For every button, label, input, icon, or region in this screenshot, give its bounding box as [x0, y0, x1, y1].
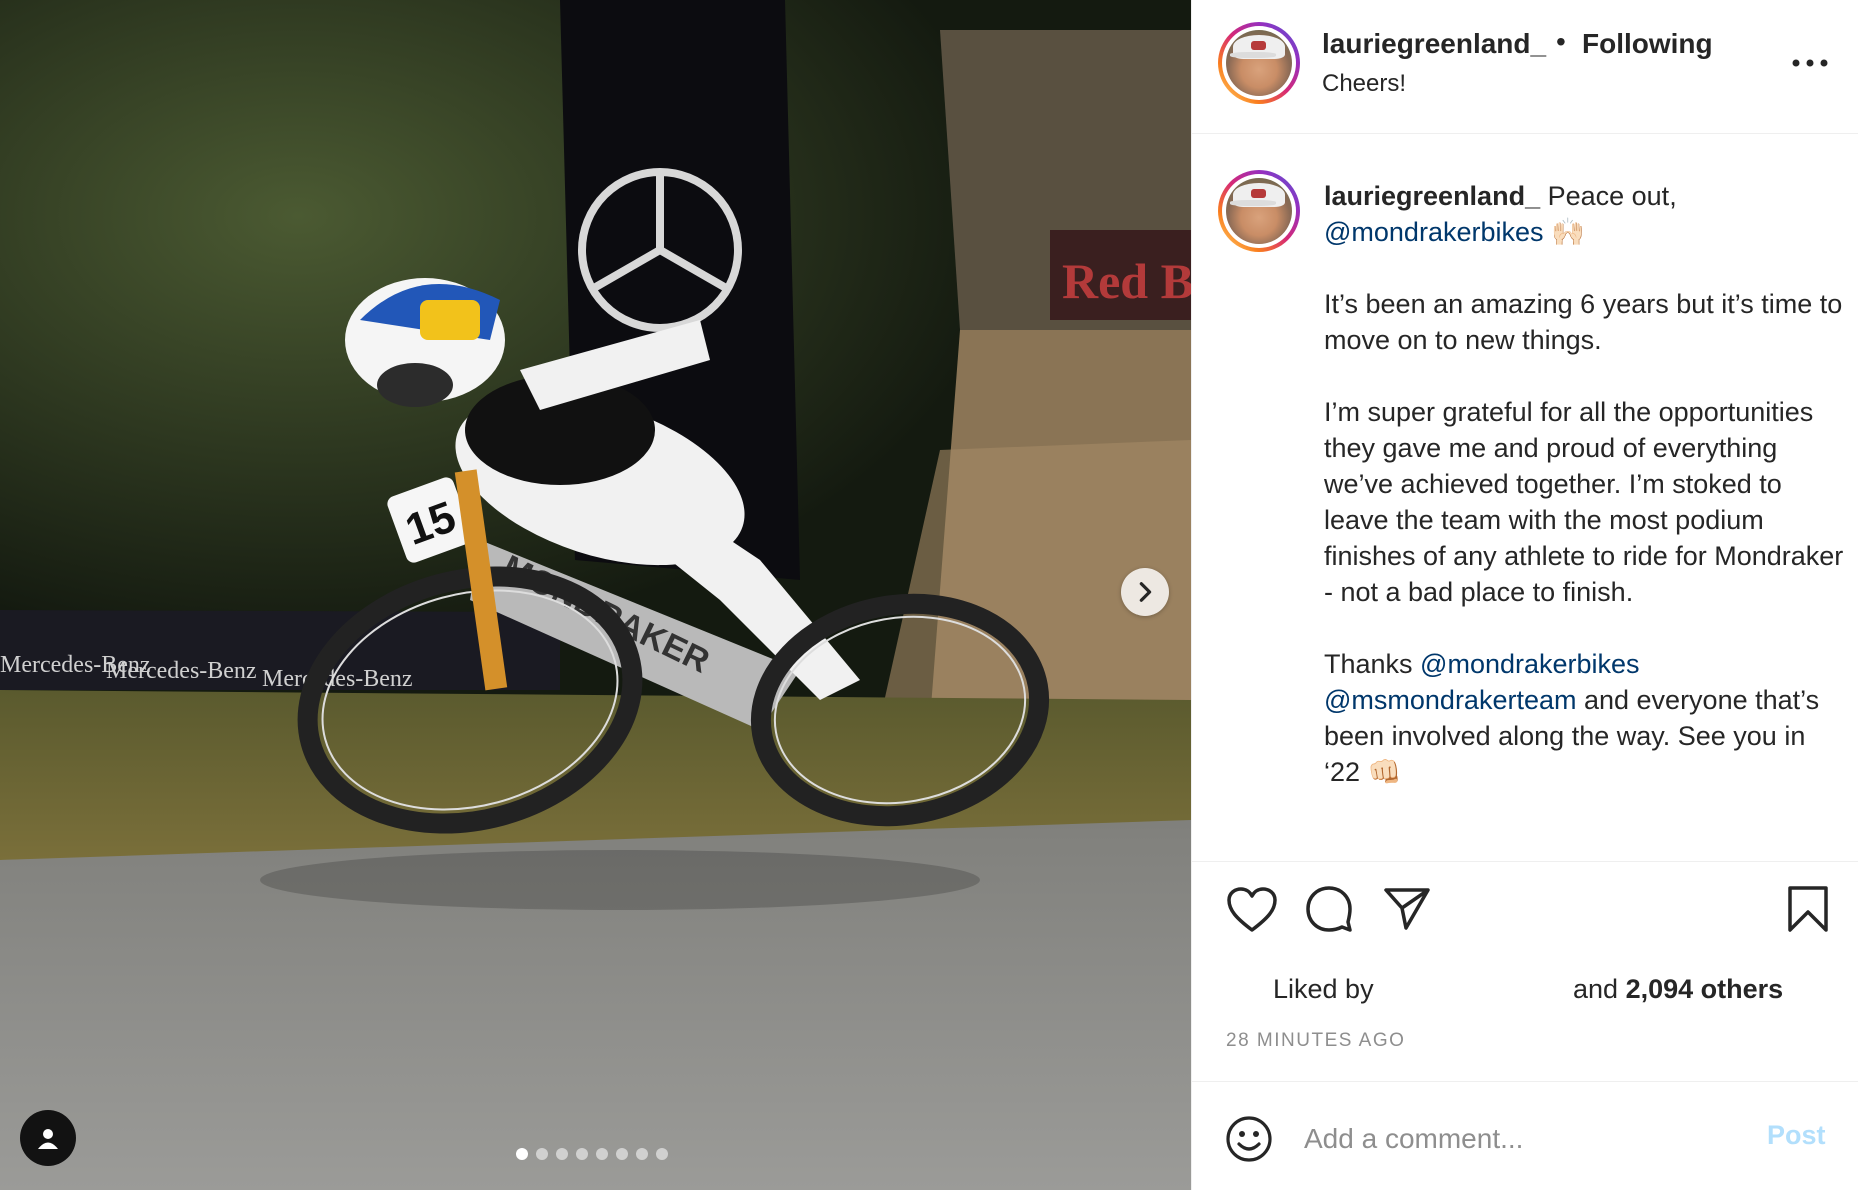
post-photo: Red Bull Mercedes-Benz Mercedes-Benz Mer…: [0, 0, 1191, 1190]
carousel-dot: [516, 1148, 528, 1160]
header-separator: •: [1556, 26, 1566, 57]
post-side-panel: lauriegreenland_ • Following Cheers! lau…: [1191, 0, 1858, 1190]
tagged-users-button[interactable]: [20, 1110, 76, 1166]
caption-username-link[interactable]: lauriegreenland_: [1324, 181, 1540, 211]
bookmark-icon: [1788, 886, 1828, 932]
emoji-button[interactable]: [1224, 1114, 1274, 1164]
next-slide-button[interactable]: [1121, 568, 1169, 616]
save-button[interactable]: [1786, 884, 1830, 937]
redbull-banner-text: Red Bull: [1062, 253, 1191, 309]
banner-text-2: Mercedes-Benz: [106, 658, 257, 684]
emoji-icon: [1226, 1116, 1272, 1162]
caption-text: lauriegreenland_ Peace out, @mondrakerbi…: [1324, 178, 1844, 790]
carousel-indicator: [516, 1148, 668, 1160]
author-username-link[interactable]: lauriegreenland_: [1322, 28, 1546, 60]
mention-link[interactable]: @mondrakerbikes: [1420, 649, 1640, 679]
likes-and: and: [1573, 974, 1626, 1004]
more-icon: [1792, 59, 1828, 67]
carousel-dot: [596, 1148, 608, 1160]
likes-count[interactable]: and 2,094 others: [1573, 974, 1783, 1005]
mention-link[interactable]: @mondrakerbikes: [1324, 217, 1544, 247]
caption-paragraph: It’s been an amazing 6 years but it’s ti…: [1324, 289, 1850, 355]
caption-section: lauriegreenland_ Peace out, @mondrakerbi…: [1192, 134, 1858, 862]
comment-input[interactable]: [1304, 1112, 1744, 1166]
carousel-dot: [576, 1148, 588, 1160]
liked-by-label: Liked by: [1273, 974, 1374, 1004]
caption-thanks: Thanks: [1324, 649, 1421, 679]
caption-avatar[interactable]: [1218, 170, 1300, 252]
comment-button[interactable]: [1304, 884, 1354, 937]
emoji-raised-hands: 🙌🏻: [1543, 217, 1585, 247]
post-timestamp[interactable]: 28 MINUTES AGO: [1226, 1030, 1405, 1052]
comment-bar: Post: [1192, 1082, 1858, 1190]
author-avatar[interactable]: [1218, 22, 1300, 104]
caption-paragraph: I’m super grateful for all the opportuni…: [1324, 397, 1851, 607]
chevron-right-icon: [1139, 582, 1152, 602]
carousel-dot: [656, 1148, 668, 1160]
comment-icon: [1306, 886, 1352, 932]
action-bar: Liked by and 2,094 others 28 MINUTES AGO: [1192, 862, 1858, 1082]
like-button[interactable]: [1226, 886, 1278, 937]
carousel-dot: [536, 1148, 548, 1160]
likes-others-link[interactable]: 2,094 others: [1626, 974, 1784, 1004]
heart-icon: [1227, 887, 1277, 932]
post-comment-button[interactable]: Post: [1767, 1120, 1826, 1151]
more-options-button[interactable]: [1786, 48, 1834, 78]
post-media[interactable]: Red Bull Mercedes-Benz Mercedes-Benz Mer…: [0, 0, 1191, 1190]
following-button[interactable]: Following: [1582, 28, 1713, 60]
emoji-fist: 👊🏻: [1367, 757, 1402, 787]
user-tag-icon: [38, 1129, 58, 1149]
carousel-dot: [616, 1148, 628, 1160]
carousel-dot: [636, 1148, 648, 1160]
post-header: lauriegreenland_ • Following Cheers!: [1192, 0, 1858, 134]
caption-line1: Peace out,: [1540, 181, 1677, 211]
post-location[interactable]: Cheers!: [1322, 70, 1406, 98]
mention-link[interactable]: @msmondrakerteam: [1324, 685, 1576, 715]
share-icon: [1384, 888, 1430, 930]
share-button[interactable]: [1382, 884, 1432, 937]
carousel-dot: [556, 1148, 568, 1160]
